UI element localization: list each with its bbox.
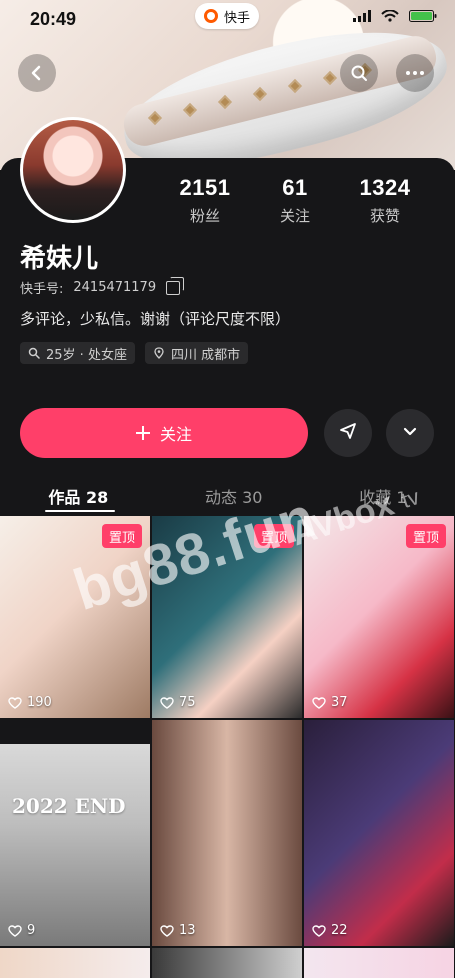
more-icon [405,70,425,76]
battery-icon [409,10,437,22]
profile-stats: 2151 粉丝 61 关注 1324 获赞 [160,175,430,226]
more-button[interactable] [396,54,434,92]
app-pill-label: 快手 [223,10,250,26]
avatar[interactable] [20,117,126,223]
like-count: 37 [312,695,348,710]
stat-likes[interactable]: 1324 获赞 [340,175,430,226]
profile-name: 希妹儿 [20,244,99,274]
like-count: 75 [160,695,196,710]
status-bar: 20:49 快手 [0,0,455,40]
video-grid: 置顶 190 置顶 75 置顶 37 2022 END 9 13 22 [0,516,455,978]
wifi-icon [381,10,399,22]
stat-label: 获赞 [369,207,400,225]
tag-location-label: 四川 成都市 [170,347,241,363]
status-time: 20:49 [30,9,77,29]
chevron-down-icon [401,422,419,444]
stat-label: 粉丝 [189,207,220,225]
video-tile[interactable]: 2022 END 9 [0,744,150,946]
like-count: 22 [312,923,348,938]
share-button[interactable] [324,409,372,457]
pinned-badge: 置顶 [406,524,446,548]
back-arrow-icon [28,64,46,82]
like-count-value: 13 [179,923,196,938]
stat-label: 关注 [279,207,310,225]
profile-id-value: 2415471179 [73,280,157,295]
video-tile[interactable]: 22 [304,720,454,946]
search-button[interactable] [340,54,378,92]
video-tile[interactable]: 置顶 37 [304,516,454,718]
search-icon [350,64,368,82]
video-tile[interactable] [152,948,302,978]
like-count-value: 190 [27,695,52,710]
search-tag-icon [28,347,40,359]
video-tile[interactable]: 13 [152,720,302,946]
like-count-value: 37 [331,695,348,710]
stat-followers[interactable]: 2151 粉丝 [160,175,250,226]
like-count-value: 75 [179,695,196,710]
heart-icon [312,924,326,937]
tab-works[interactable]: 作品 28 [48,484,108,508]
more-options-button[interactable] [386,409,434,457]
kuaishou-app-pill: 快手 [195,3,259,29]
heart-icon [312,696,326,709]
like-count-value: 9 [27,923,36,938]
heart-icon [160,696,174,709]
tag-location[interactable]: 四川 成都市 [144,342,249,364]
profile-bio: 多评论，少私信。谢谢（评论尺度不限） [20,310,291,328]
follow-label: 关注 [159,425,192,444]
tag-age[interactable]: 25岁 · 处女座 [20,342,135,364]
stat-value: 1324 [359,175,411,200]
heart-icon [160,924,174,937]
profile-id-row: 快手号: 2415471179 [20,276,185,297]
stat-following[interactable]: 61 关注 [250,175,340,226]
tag-age-label: 25岁 · 处女座 [46,347,127,363]
active-tab-indicator [45,510,115,512]
back-button[interactable] [18,54,56,92]
profile-tags: 25岁 · 处女座 四川 成都市 [20,342,249,364]
profile-id-label: 快手号: [20,282,64,297]
video-tile[interactable] [0,948,150,978]
like-count-value: 22 [331,923,348,938]
copy-icon[interactable] [166,276,185,295]
like-count: 9 [8,923,35,938]
plus-icon [136,426,150,440]
heart-icon [8,924,22,937]
video-tile[interactable] [304,948,454,978]
follow-button[interactable]: 关注 [20,408,308,458]
kuaishou-logo-icon [203,9,218,23]
status-icons [353,10,437,22]
location-pin-icon [153,347,165,359]
send-icon [339,422,357,444]
avatar-image [23,120,123,220]
heart-icon [8,696,22,709]
video-overlay-text: 2022 END [12,794,126,818]
signal-icon [353,10,371,22]
like-count: 13 [160,923,196,938]
stat-value: 2151 [179,175,231,200]
stat-value: 61 [282,175,308,200]
like-count: 190 [8,695,52,710]
